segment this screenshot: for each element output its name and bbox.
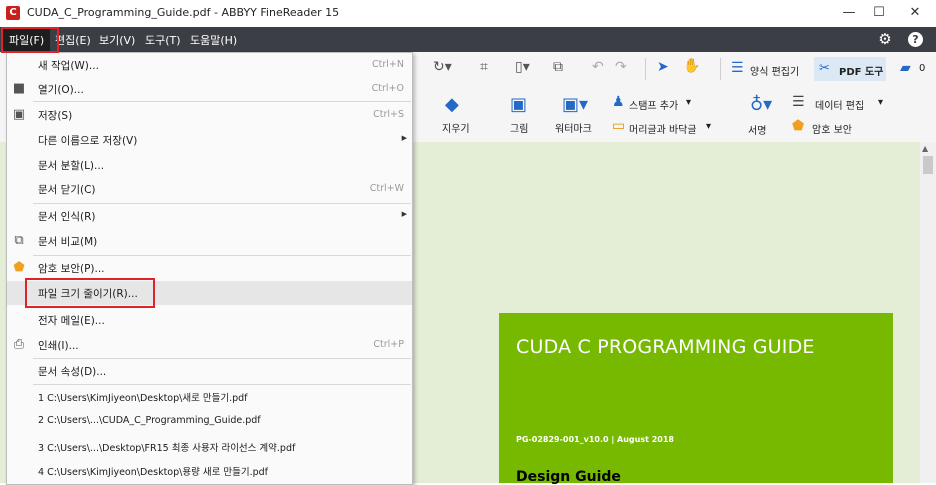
menu-edit[interactable]: 편집(E) [55, 32, 91, 48]
comments-count: 0 [919, 63, 926, 74]
highlight-file-menu [1, 27, 59, 53]
compare-icon: ⧉ [14, 233, 24, 248]
menu-view[interactable]: 보기(V) [99, 32, 135, 48]
shield-icon: ⬟ [13, 260, 25, 275]
menu-item-split-document[interactable]: 문서 분할(L)... [7, 153, 412, 177]
submenu-arrow-icon: ▶ [401, 134, 407, 142]
signature-icon[interactable]: ♁▾ [750, 94, 772, 115]
abbyy-app-icon: C [6, 6, 20, 20]
toolbar-separator [645, 58, 646, 80]
recent-file-4[interactable]: 4 C:\Users\KimJiyeon\Desktop\용량 새로 만들기.p… [7, 459, 412, 483]
menu-item-new-task[interactable]: 새 작업(W)... Ctrl+N [7, 53, 412, 77]
chevron-down-icon[interactable]: ▾ [686, 97, 691, 108]
submenu-arrow-icon: ▶ [401, 210, 407, 218]
erase-button[interactable]: 지우기 [442, 120, 470, 135]
recent-file-3[interactable]: 3 C:\Users\...\Desktop\FR15 최종 사용자 라이선스 … [7, 435, 412, 459]
pdf-tools-label: PDF 도구 [839, 67, 884, 78]
minimize-button[interactable]: — [834, 3, 864, 23]
save-icon: ▣ [12, 107, 26, 122]
recent-file-1[interactable]: 1 C:\Users\KimJiyeon\Desktop\새로 만들기.pdf [7, 385, 412, 409]
crop-icon[interactable]: ⌗ [480, 59, 488, 75]
document-title: CUDA C PROGRAMMING GUIDE [516, 336, 815, 358]
printer-icon: ⎙ [13, 337, 25, 352]
toolbar-separator [720, 58, 721, 80]
menu-item-compare-documents[interactable]: ⧉ 문서 비교(M) [7, 229, 412, 253]
chevron-down-icon[interactable]: ▾ [706, 121, 711, 132]
password-protect-button[interactable]: 암호 보안 [812, 121, 852, 136]
eraser-icon[interactable]: ◆ [445, 94, 459, 115]
vertical-scrollbar[interactable] [920, 142, 936, 483]
menu-item-close-document[interactable]: 문서 닫기(C) Ctrl+W [7, 177, 412, 201]
maximize-button[interactable]: ☐ [864, 3, 894, 23]
comment-icon[interactable]: ▰ [900, 60, 911, 76]
title-bar: C CUDA_C_Programming_Guide.pdf - ABBYY F… [0, 0, 936, 28]
watermark-button[interactable]: 워터마크 [555, 120, 592, 135]
menu-item-recognize-document[interactable]: 문서 인식(R) ▶ [7, 204, 412, 228]
shield-icon: ⬟ [792, 118, 805, 134]
header-footer-icon: ▭ [612, 118, 626, 134]
header-footer-button[interactable]: 머리글과 바닥글 [629, 121, 697, 136]
pointer-icon[interactable]: ➤ [657, 59, 669, 75]
menu-tools[interactable]: 도구(T) [145, 32, 181, 48]
chevron-down-icon[interactable]: ▾ [878, 97, 883, 108]
menu-item-password-protect[interactable]: ⬟ 암호 보안(P)... [7, 256, 412, 280]
rotate-icon[interactable]: ↻▾ [433, 59, 452, 75]
edit-data-icon: ☰ [792, 94, 805, 110]
menu-item-print[interactable]: ⎙ 인쇄(I)... Ctrl+P [7, 333, 412, 357]
gear-icon[interactable]: ⚙ [876, 30, 894, 48]
folder-icon: ■ [12, 81, 26, 96]
menu-separator [33, 101, 411, 102]
form-editor-icon: ☰ [731, 60, 744, 76]
menu-item-document-properties[interactable]: 문서 속성(D)... [7, 359, 412, 383]
undo-icon[interactable]: ↶ [592, 59, 604, 75]
menu-item-save-as[interactable]: 다른 이름으로 저장(V) ▶ [7, 128, 412, 152]
watermark-icon[interactable]: ▣▾ [562, 94, 588, 115]
edit-data-button[interactable]: 데이터 편집 [815, 97, 864, 112]
menu-help[interactable]: 도움말(H) [190, 32, 237, 48]
highlight-reduce-file-size [25, 278, 155, 308]
extract-icon[interactable]: ⧉ [553, 59, 563, 75]
add-stamp-button[interactable]: 스탬프 추가 [629, 97, 678, 112]
window-title: CUDA_C_Programming_Guide.pdf - ABBYY Fin… [27, 6, 340, 19]
redo-icon[interactable]: ↷ [615, 59, 627, 75]
picture-button[interactable]: 그림 [510, 120, 528, 135]
menu-bar: 파일(F) 편집(E) 보기(V) 도구(T) 도움말(H) ⚙ ? [0, 27, 936, 52]
file-menu-dropdown: 새 작업(W)... Ctrl+N ■ 열기(O)... Ctrl+O ▣ 저장… [6, 52, 413, 485]
picture-icon[interactable]: ▣ [510, 94, 527, 115]
page-view-icon[interactable]: ▯▾ [515, 59, 530, 75]
scrollbar-thumb[interactable] [923, 156, 933, 174]
menu-item-open[interactable]: ■ 열기(O)... Ctrl+O [7, 77, 412, 101]
form-editor-button[interactable]: 양식 편집기 [750, 63, 799, 78]
stamp-icon: ♟ [612, 94, 625, 110]
menu-item-save[interactable]: ▣ 저장(S) Ctrl+S [7, 103, 412, 127]
menu-item-email[interactable]: 전자 메일(E)... [7, 308, 412, 332]
hand-icon[interactable]: ✋ [683, 58, 700, 74]
recent-file-2[interactable]: 2 C:\Users\...\CUDA_C_Programming_Guide.… [7, 410, 412, 434]
document-subtitle: PG-02829-001_v10.0 | August 2018 [516, 435, 674, 444]
pdf-tools-button[interactable]: ✂ PDF 도구 [814, 57, 886, 81]
pdf-tools-icon: ✂ [819, 61, 830, 76]
help-icon[interactable]: ? [908, 32, 923, 47]
signature-button[interactable]: 서명 [748, 122, 766, 137]
close-button[interactable]: ✕ [900, 3, 930, 23]
scroll-up-icon[interactable]: ▲ [922, 144, 928, 153]
